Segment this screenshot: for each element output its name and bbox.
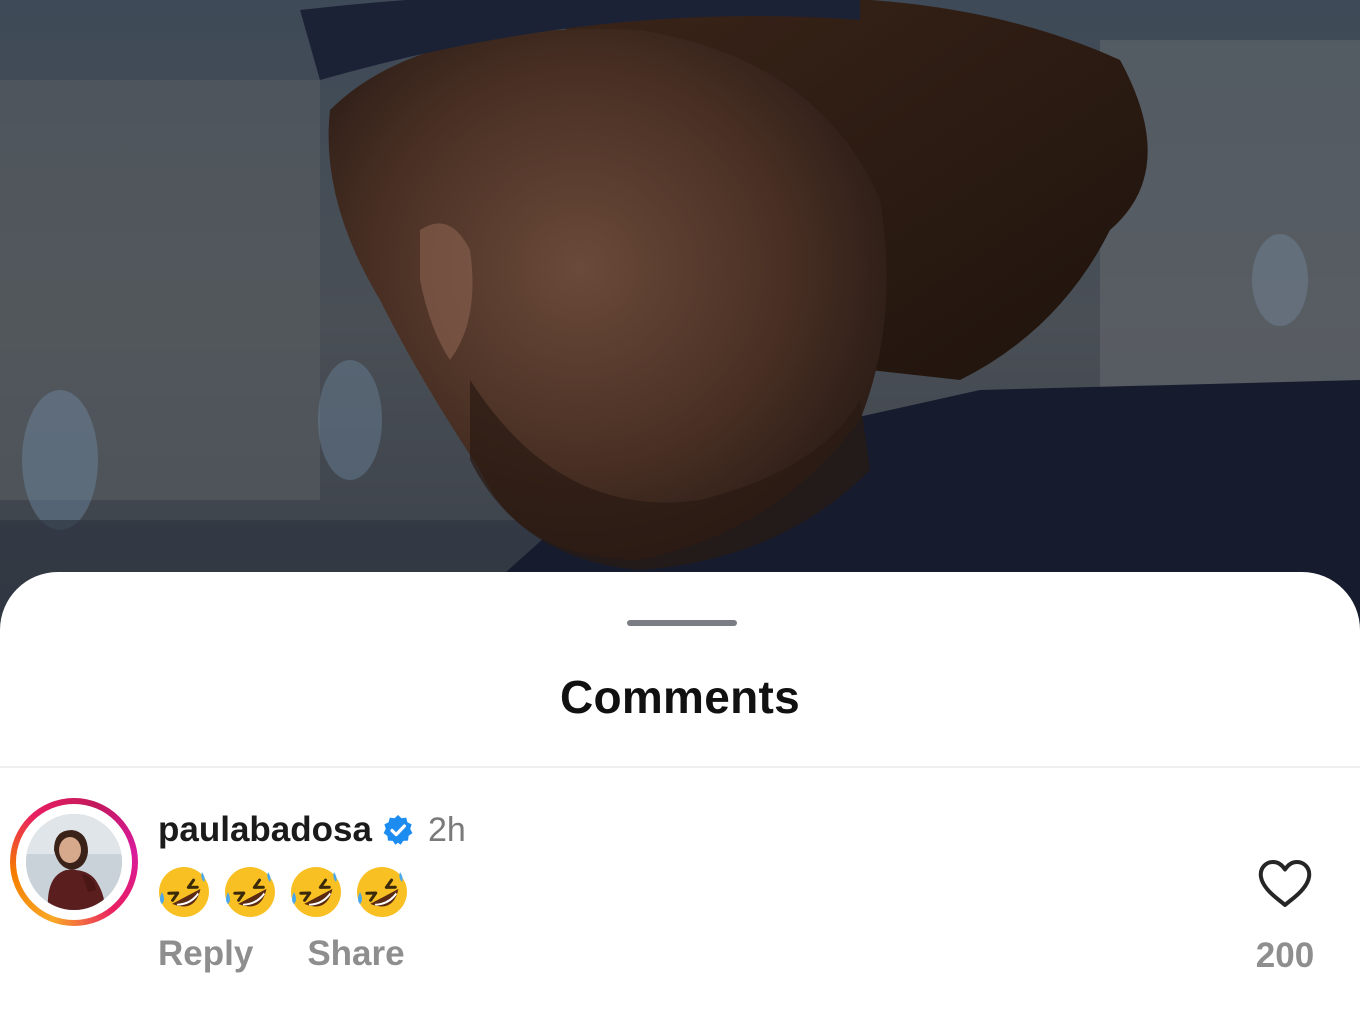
avatar-image (26, 814, 122, 910)
comment-text (156, 860, 410, 924)
background-image (0, 0, 1360, 640)
avatar-story-ring[interactable] (10, 798, 138, 926)
share-button[interactable]: Share (307, 934, 404, 974)
sheet-title: Comments (559, 671, 801, 723)
comment-timestamp: 2h (427, 810, 466, 849)
comment-item: paulabadosa 2h Reply Share 200 (0, 798, 1360, 998)
verified-badge-icon (382, 814, 414, 846)
rolling-laughing-emoji-icon (288, 864, 344, 920)
comments-sheet: Comments paulabadosa 2h Reply Share 200 (0, 572, 1360, 1010)
comment-header: paulabadosa 2h (158, 806, 466, 854)
reply-button[interactable]: Reply (158, 934, 253, 974)
like-button[interactable] (1250, 858, 1320, 910)
avatar[interactable] (26, 814, 122, 910)
like-count: 200 (1255, 936, 1315, 975)
rolling-laughing-emoji-icon (156, 864, 212, 920)
background-media[interactable] (0, 0, 1360, 640)
sheet-grabber-handle[interactable] (627, 620, 737, 626)
comment-username[interactable]: paulabadosa (158, 810, 372, 850)
screen: Comments paulabadosa 2h Reply Share 200 (0, 0, 1360, 1010)
divider (0, 766, 1360, 768)
rolling-laughing-emoji-icon (222, 864, 278, 920)
heart-outline-icon[interactable] (1250, 858, 1320, 910)
rolling-laughing-emoji-icon (354, 864, 410, 920)
comment-actions: Reply Share (158, 934, 405, 974)
